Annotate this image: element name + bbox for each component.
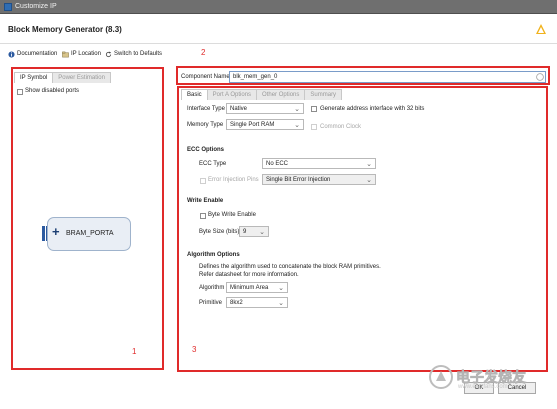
marker-1: 1 xyxy=(132,347,137,356)
error-injection-label: Error Injection Pins xyxy=(208,177,259,183)
memory-type-select[interactable]: Single Port RAM ⌄ xyxy=(226,119,304,130)
port-bus-line xyxy=(46,226,47,241)
gen-address-checkbox[interactable] xyxy=(311,106,317,112)
tab-ip-symbol[interactable]: IP Symbol xyxy=(14,72,54,83)
tab-other-options[interactable]: Other Options xyxy=(256,89,306,100)
common-clock-checkbox[interactable] xyxy=(311,124,317,130)
interface-type-label: Interface Type xyxy=(187,106,225,112)
dialog-header: Block Memory Generator (8.3) xyxy=(0,14,557,44)
show-disabled-ports-label: Show disabled ports xyxy=(25,88,80,94)
watermark-url: www.elecfans.com xyxy=(458,384,508,390)
ecc-type-value: No ECC xyxy=(266,161,289,167)
chevron-down-icon: ⌄ xyxy=(294,122,300,129)
refresh-icon xyxy=(105,51,112,57)
chevron-down-icon: ⌄ xyxy=(278,285,284,292)
app-icon xyxy=(4,3,12,11)
clear-icon[interactable] xyxy=(536,73,544,81)
show-disabled-ports-checkbox[interactable] xyxy=(17,89,23,95)
documentation-button[interactable]: Documentation xyxy=(8,49,57,59)
chevron-down-icon: ⌄ xyxy=(366,177,372,184)
vendor-logo-icon xyxy=(536,24,546,34)
primitive-select[interactable]: 8kx2 ⌄ xyxy=(226,297,288,308)
memory-type-label: Memory Type xyxy=(187,122,224,128)
ecc-type-label: ECC Type xyxy=(199,161,227,167)
switch-defaults-label: Switch to Defaults xyxy=(114,51,163,57)
ip-location-button[interactable]: IP Location xyxy=(62,49,101,59)
write-enable-section-title: Write Enable xyxy=(187,198,224,204)
chevron-down-icon: ⌄ xyxy=(294,106,300,113)
ip-location-label: IP Location xyxy=(71,51,101,57)
folder-icon xyxy=(62,51,69,57)
byte-size-select[interactable]: 9 ⌄ xyxy=(239,226,269,237)
toolbar: Documentation IP Location Switch to Defa… xyxy=(0,44,557,62)
port-bus-icon xyxy=(42,226,45,241)
gen-address-label: Generate address interface with 32 bits xyxy=(320,106,425,112)
memory-type-value: Single Port RAM xyxy=(230,122,275,128)
error-injection-value: Single Bit Error Injection xyxy=(266,177,331,183)
watermark: 电子发烧友 www.elecfans.com xyxy=(428,364,548,392)
expand-port-icon[interactable]: + xyxy=(52,225,60,238)
algorithm-value: Minimum Area xyxy=(230,285,269,291)
tab-summary[interactable]: Summary xyxy=(304,89,343,100)
primitive-label: Primitive xyxy=(199,300,223,306)
tab-power-estimation[interactable]: Power Estimation xyxy=(52,72,111,83)
byte-size-label: Byte Size (bits) xyxy=(199,229,240,235)
component-name-input[interactable]: blk_mem_gen_0 xyxy=(229,71,546,83)
byte-size-value: 9 xyxy=(243,229,247,235)
error-injection-checkbox[interactable] xyxy=(200,178,206,184)
byte-write-enable-label: Byte Write Enable xyxy=(208,212,256,218)
ecc-type-select[interactable]: No ECC ⌄ xyxy=(262,158,376,169)
algorithm-description: Defines the algorithm used to concatenat… xyxy=(199,264,381,270)
algorithm-section-title: Algorithm Options xyxy=(187,252,240,258)
algorithm-select[interactable]: Minimum Area ⌄ xyxy=(226,282,288,293)
marker-3: 3 xyxy=(192,345,197,354)
window-titlebar: Customize IP xyxy=(0,0,557,14)
marker-2: 2 xyxy=(201,48,206,57)
component-name-label: Component Name xyxy=(181,74,230,80)
watermark-logo-icon xyxy=(429,365,453,389)
ip-title: Block Memory Generator (8.3) xyxy=(8,25,122,34)
right-tabs: Basic Port A Options Other Options Summa… xyxy=(181,89,343,100)
primitive-value: 8kx2 xyxy=(230,300,243,306)
byte-write-enable-checkbox[interactable] xyxy=(200,213,206,219)
algorithm-datasheet-note: Refer datasheet for more information. xyxy=(199,272,299,278)
chevron-down-icon: ⌄ xyxy=(366,161,372,168)
algorithm-label: Algorithm xyxy=(199,285,225,291)
chevron-down-icon: ⌄ xyxy=(278,300,284,307)
interface-type-select[interactable]: Native ⌄ xyxy=(226,103,304,114)
info-icon xyxy=(8,50,15,58)
error-injection-select[interactable]: Single Bit Error Injection ⌄ xyxy=(262,174,376,185)
interface-type-value: Native xyxy=(230,106,248,112)
chevron-down-icon: ⌄ xyxy=(259,229,265,236)
tab-basic[interactable]: Basic xyxy=(181,89,208,100)
port-label: BRAM_PORTA xyxy=(66,230,114,237)
tab-port-a-options[interactable]: Port A Options xyxy=(206,89,258,100)
common-clock-label: Common Clock xyxy=(320,124,362,130)
left-tabs: IP Symbol Power Estimation xyxy=(14,72,111,83)
documentation-label: Documentation xyxy=(17,51,58,57)
switch-defaults-button[interactable]: Switch to Defaults xyxy=(105,49,162,59)
ecc-section-title: ECC Options xyxy=(187,147,224,153)
window-title: Customize IP xyxy=(15,3,57,10)
